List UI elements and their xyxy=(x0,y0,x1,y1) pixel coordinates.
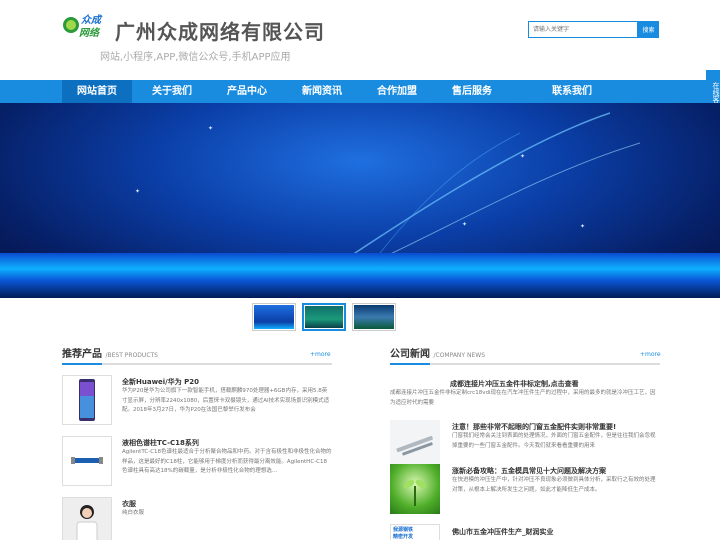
product-desc: 纯白衣服 xyxy=(122,510,145,516)
product-image[interactable] xyxy=(62,497,112,540)
star-icon: ✦ xyxy=(520,153,526,160)
star-icon: ✦ xyxy=(462,221,468,228)
news-desc: 在快进模的冲压生产中，针对冲压不良现象必须做到具体分析，采取行之有效的处理对策，… xyxy=(452,477,656,493)
product-name[interactable]: 衣服 xyxy=(122,499,136,509)
product-desc: AgilentTC-C18色谱柱最适合于分析聚合物品和中药。对于含有极性和非极性… xyxy=(122,449,332,474)
products-more-link[interactable]: +more xyxy=(310,351,331,358)
news-image[interactable] xyxy=(390,420,440,470)
banner-thumb-1[interactable] xyxy=(252,303,296,331)
star-icon: ✦ xyxy=(580,223,586,230)
search-button[interactable]: 搜索 xyxy=(638,21,659,38)
news-title-en: /COMPANY NEWS xyxy=(433,352,486,359)
news-ad-line1: 我源钢铁 xyxy=(393,527,414,533)
news-title: 公司新闻 xyxy=(390,349,430,360)
banner-thumbnails xyxy=(252,303,396,331)
news-item[interactable]: 涨新必备攻略：五金模具常见十大问题及解决方案 在快进模的冲压生产中，针对冲压不良… xyxy=(390,464,660,516)
nav-products[interactable]: 产品中心 xyxy=(212,80,282,103)
nav-service[interactable]: 售后服务 xyxy=(432,80,512,103)
products-heading: 推荐产品 /BEST PRODUCTS xyxy=(62,345,332,361)
news-item[interactable]: 成都连接片冲压五金件非标定制,点击查看 成都连接片冲压五金件非标定制crc18v… xyxy=(390,379,690,406)
product-item[interactable]: 全新Huawei/华为 P20 华为P20是华为公司旗下一款智能手机，搭载麒麟9… xyxy=(62,375,332,427)
product-item[interactable]: 衣服 纯白衣服 xyxy=(62,497,332,540)
banner-thumb-2[interactable] xyxy=(302,303,346,331)
logo[interactable]: 众成 网络 xyxy=(62,10,112,40)
product-name[interactable]: 液相色谱柱TC-C18系列 xyxy=(122,438,199,448)
product-image[interactable] xyxy=(62,436,112,486)
product-name[interactable]: 全新Huawei/华为 P20 xyxy=(122,377,199,387)
logo-line2: 网络 xyxy=(79,27,101,39)
products-section: 推荐产品 /BEST PRODUCTS +more 全新Huawei/华为 P2… xyxy=(62,345,332,540)
news-desc: 门窗我们经常会关注到表面的处理情况，外面的门窗五金配件，但是往往我们会忽视掉重要… xyxy=(452,433,656,449)
news-title-link[interactable]: 涨新必备攻略：五金模具常见十大问题及解决方案 xyxy=(452,466,662,476)
company-name: 广州众成网络有限公司 xyxy=(115,20,325,44)
news-item[interactable]: 我源钢铁 精密开发 佛山市五金冲压件生产_财润实业 xyxy=(390,524,660,540)
star-icon: ✦ xyxy=(208,125,214,132)
news-title-link[interactable]: 注意！那些非常不起眼的门窗五金配件实则非常重要! xyxy=(452,422,662,432)
news-ad-line2: 精密开发 xyxy=(393,534,414,540)
search-input[interactable] xyxy=(528,21,638,38)
slogan: 网站,小程序,APP,微信公众号,手机APP应用 xyxy=(100,52,291,63)
logo-line1: 众成 xyxy=(81,14,103,26)
product-item[interactable]: 液相色谱柱TC-C18系列 AgilentTC-C18色谱柱最适合于分析聚合物品… xyxy=(62,436,332,488)
products-title-en: /BEST PRODUCTS xyxy=(105,352,158,359)
news-title-link[interactable]: 成都连接片冲压五金件非标定制,点击查看 xyxy=(450,379,579,389)
news-heading: 公司新闻 /COMPANY NEWS xyxy=(390,345,660,361)
news-ad-image[interactable]: 我源钢铁 精密开发 xyxy=(390,524,440,540)
news-title-link[interactable]: 佛山市五金冲压件生产_财润实业 xyxy=(452,527,554,537)
nav-contact[interactable]: 联系我们 xyxy=(512,80,632,103)
news-image[interactable] xyxy=(390,464,440,514)
nav-cooperation[interactable]: 合作加盟 xyxy=(362,80,432,103)
product-desc: 华为P20是华为公司旗下一款智能手机，搭载麒麟970处理器+6GB内存，采用5.… xyxy=(122,388,330,413)
header: 众成 网络 广州众成网络有限公司 网站,小程序,APP,微信公众号,手机APP应… xyxy=(0,0,720,80)
main-nav: 网站首页 关于我们 产品中心 新闻资讯 合作加盟 售后服务 联系我们 xyxy=(0,80,720,103)
news-section: 公司新闻 /COMPANY NEWS +more 成都连接片冲压五金件非标定制,… xyxy=(390,345,662,540)
nav-about[interactable]: 关于我们 xyxy=(132,80,212,103)
product-image[interactable] xyxy=(62,375,112,425)
news-more-link[interactable]: +more xyxy=(640,351,661,358)
news-desc: 成都连接片冲压五金件非标定制crc18vdi现在在汽车冲压件生产的过程中，采用的… xyxy=(390,390,656,406)
hero-banner[interactable]: ✦ ✦ ✦ ✦ ✦ xyxy=(0,103,720,298)
nav-news[interactable]: 新闻资讯 xyxy=(282,80,362,103)
products-title: 推荐产品 xyxy=(62,349,102,360)
search-box: 搜索 xyxy=(528,21,659,38)
banner-floor-glow xyxy=(0,253,720,298)
nav-home[interactable]: 网站首页 xyxy=(62,80,132,103)
star-icon: ✦ xyxy=(135,188,141,195)
banner-thumb-3[interactable] xyxy=(352,303,396,331)
